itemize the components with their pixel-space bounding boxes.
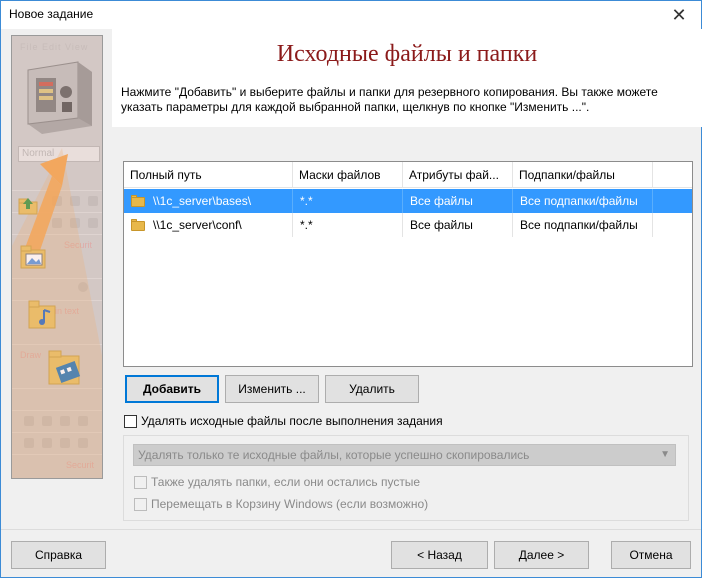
- cell-attributes: Все файлы: [403, 189, 513, 213]
- table-header: Полный путь Маски файлов Атрибуты фай...…: [124, 162, 692, 188]
- cell-subfolders: Все подпапки/файлы: [513, 189, 653, 213]
- image-folder-icon: [20, 245, 46, 269]
- cancel-button[interactable]: Отмена: [611, 541, 691, 569]
- footer-divider: [1, 529, 701, 530]
- dialog-window: Новое задание ✕ File Edit View Normal Se…: [0, 0, 702, 578]
- table-row[interactable]: \\1c_server\bases\ *.* Все файлы Все под…: [124, 189, 692, 213]
- column-header-attributes[interactable]: Атрибуты фай...: [403, 162, 513, 188]
- move-to-recycle-option: Перемещать в Корзину Windows (если возмо…: [134, 497, 428, 511]
- folder-icon: [131, 219, 145, 231]
- edit-button[interactable]: Изменить ...: [225, 375, 319, 403]
- folder-icon: [131, 195, 145, 207]
- delete-mode-select: Удалять только те исходные файлы, которы…: [133, 444, 676, 466]
- delete-sources-checkbox[interactable]: [124, 414, 137, 428]
- title-bar: Новое задание ✕: [1, 1, 701, 29]
- help-button[interactable]: Справка: [11, 541, 106, 569]
- add-button[interactable]: Добавить: [125, 375, 219, 403]
- move-to-recycle-label: Перемещать в Корзину Windows (если возмо…: [151, 497, 429, 511]
- window-title: Новое задание: [9, 7, 94, 21]
- cell-path: \\1c_server\conf\: [124, 213, 293, 237]
- cell-path-text: \\1c_server\bases\: [153, 194, 252, 208]
- close-icon: ✕: [671, 4, 687, 25]
- delete-button[interactable]: Удалить: [325, 375, 419, 403]
- delete-sources-option[interactable]: Удалять исходные файлы после выполнения …: [124, 414, 443, 428]
- source-list-table[interactable]: Полный путь Маски файлов Атрибуты фай...…: [123, 161, 693, 367]
- chevron-down-icon: ▼: [660, 449, 670, 460]
- table-row[interactable]: \\1c_server\conf\ *.* Все файлы Все подп…: [124, 213, 692, 237]
- next-button[interactable]: Далее >: [494, 541, 589, 569]
- close-button[interactable]: ✕: [657, 1, 701, 29]
- upload-folder-icon: [18, 198, 38, 215]
- cell-subfolders: Все подпапки/файлы: [513, 213, 653, 237]
- back-button[interactable]: < Назад: [391, 541, 488, 569]
- cell-path-text: \\1c_server\conf\: [153, 218, 242, 232]
- page-title: Исходные файлы и папки: [276, 41, 538, 67]
- delete-empty-folders-option: Также удалять папки, если они остались п…: [134, 475, 420, 489]
- delete-mode-value: Удалять только те исходные файлы, которы…: [138, 448, 530, 462]
- delete-empty-folders-label: Также удалять папки, если они остались п…: [151, 475, 421, 489]
- page-description: Нажмите "Добавить" и выберите файлы и па…: [121, 85, 658, 114]
- move-to-recycle-checkbox: [134, 497, 147, 511]
- header-area: Исходные файлы и папки Нажмите "Добавить…: [112, 29, 702, 127]
- column-header-path[interactable]: Полный путь: [124, 162, 293, 188]
- cell-mask: *.*: [293, 213, 403, 237]
- cell-path: \\1c_server\bases\: [124, 189, 293, 213]
- music-folder-icon: [28, 300, 56, 329]
- column-header-mask[interactable]: Маски файлов: [293, 162, 403, 188]
- cell-attributes: Все файлы: [403, 213, 513, 237]
- column-header-subfolders[interactable]: Подпапки/файлы: [513, 162, 653, 188]
- video-folder-icon: [48, 350, 81, 385]
- wizard-illustration: File Edit View Normal Securit Plain text…: [11, 35, 103, 479]
- delete-sources-label: Удалять исходные файлы после выполнения …: [141, 414, 443, 428]
- delete-empty-folders-checkbox: [134, 475, 147, 489]
- cell-mask: *.*: [293, 189, 403, 213]
